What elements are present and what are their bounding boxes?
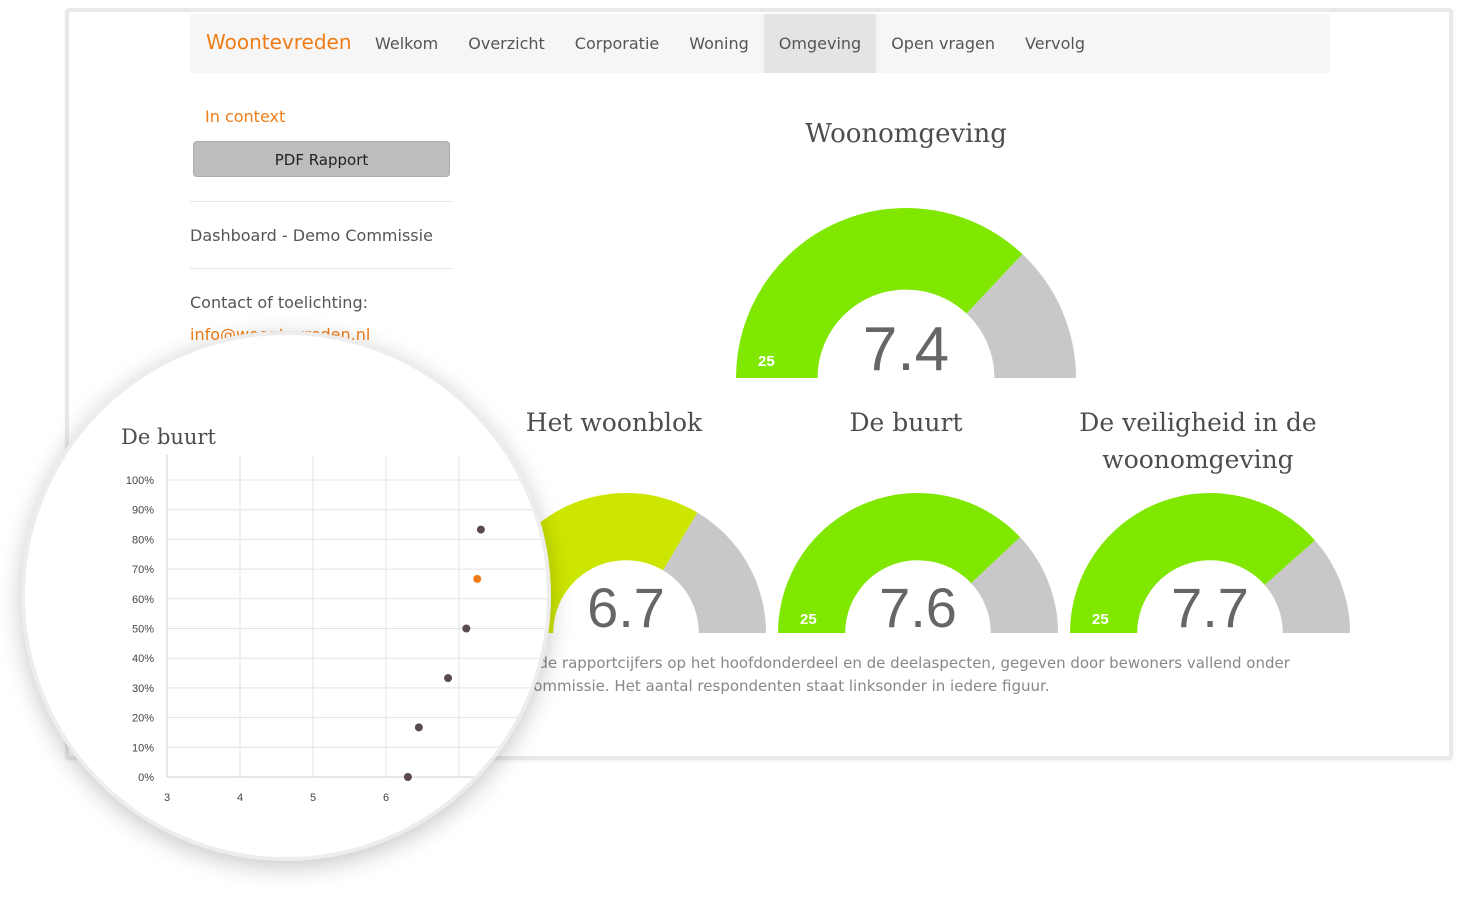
scatter-point (403, 773, 412, 781)
gauge-respondent-count: 25 (1092, 611, 1109, 628)
y-tick-label: 30% (132, 683, 154, 695)
nav-overzicht[interactable]: Overzicht (453, 14, 560, 73)
caption-line-1: elde rapportcijfers op het hoofdonderdee… (525, 654, 1290, 672)
gauge-title-veiligheid-line1: De veiligheid in de (1079, 408, 1317, 437)
gauge-value: 7.7 (1171, 576, 1249, 639)
divider (190, 201, 453, 202)
y-tick-label: 80% (132, 534, 154, 546)
scatter-chart: 0% 10% 20% 30% 40% 50% 60% 70% 80% 90% 100% 3 4 5 6 7 (126, 455, 547, 804)
x-tick-label: 3 (164, 792, 170, 804)
nav-woning[interactable]: Woning (674, 14, 764, 73)
magnifier-lens: De buurt 0% 10% 20% 30% 40% 50% 60% 70% 80% 90% 10… (21, 331, 551, 861)
top-navbar: Woontevreden Welkom Overzicht Corporatie… (190, 14, 1330, 73)
gauge-respondent-count: 25 (800, 611, 817, 628)
y-tick-label: 10% (132, 742, 154, 754)
nav-vervolg[interactable]: Vervolg (1010, 14, 1100, 73)
y-tick-label: 90% (132, 505, 154, 517)
y-tick-label: 70% (132, 564, 154, 576)
caption-line-2: commissie. Het aantal respondenten staat… (525, 677, 1050, 695)
nav-omgeving[interactable]: Omgeving (763, 14, 877, 73)
main-nav: Welkom Overzicht Corporatie Woning Omgev… (360, 14, 1100, 73)
gauge-value: 7.6 (879, 576, 957, 639)
gauge-title-buurt: De buurt (849, 408, 963, 437)
pdf-rapport-button[interactable]: PDF Rapport (193, 141, 450, 177)
scatter-point (476, 525, 485, 534)
y-tick-label: 40% (132, 653, 154, 665)
x-tick-label: 5 (310, 792, 316, 804)
gauge-buurt: 7.6 25 (778, 493, 1058, 639)
nav-open-vragen[interactable]: Open vragen (876, 14, 1010, 73)
gauge-title-veiligheid-line2: woonomgeving (1102, 445, 1294, 474)
y-tick-label: 50% (132, 624, 154, 636)
brand-logo[interactable]: Woontevreden (206, 14, 352, 73)
gauge-caption: elde rapportcijfers op het hoofdonderdee… (525, 652, 1325, 698)
y-tick-label: 0% (138, 772, 154, 784)
y-tick-label: 60% (132, 594, 154, 606)
x-tick-label: 4 (237, 792, 243, 804)
gauge-veiligheid: 7.7 25 (1070, 493, 1350, 639)
x-tick-label: 6 (383, 792, 389, 804)
contact-label: Contact of toelichting: (190, 293, 368, 312)
gauge-respondent-count: 25 (758, 353, 775, 370)
scatter-point-highlight (473, 574, 482, 583)
scatter-point (414, 723, 423, 732)
nav-welkom[interactable]: Welkom (360, 14, 453, 73)
gauge-value: 6.7 (587, 576, 665, 639)
y-tick-label: 100% (126, 475, 154, 487)
x-tick-label: 7 (456, 792, 462, 804)
gauge-title-veiligheid: De veiligheid in de woonomgeving (1058, 404, 1338, 478)
y-tick-label: 20% (132, 713, 154, 725)
nav-corporatie[interactable]: Corporatie (560, 14, 674, 73)
divider (190, 268, 453, 269)
dashboard-label: Dashboard - Demo Commissie (190, 226, 433, 245)
in-context-link[interactable]: In context (205, 107, 285, 126)
scatter-point (462, 624, 471, 633)
gauge-value: 7.4 (863, 315, 949, 384)
scatter-point (444, 674, 453, 683)
gauge-woonomgeving: 7.4 25 (736, 207, 1076, 384)
gauge-title-woonomgeving: Woonomgeving (805, 119, 1007, 149)
